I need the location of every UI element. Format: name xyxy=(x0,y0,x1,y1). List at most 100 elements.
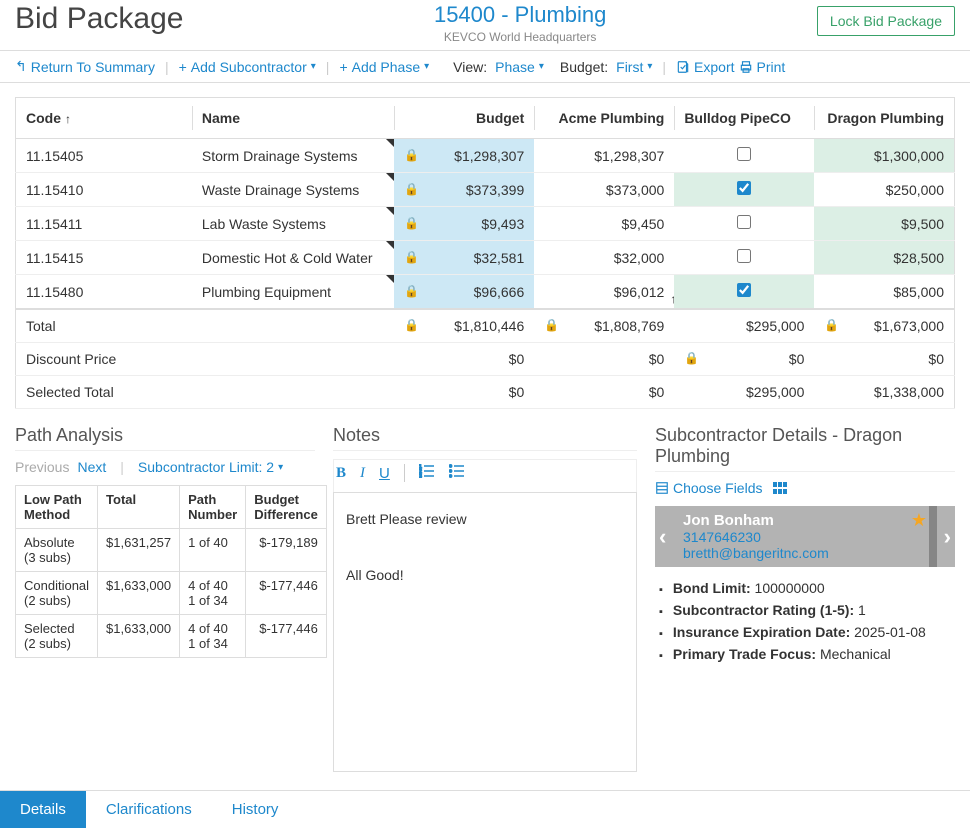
discount-sub3: $0 xyxy=(814,343,954,376)
lock-icon: 🔒 xyxy=(404,250,419,264)
next-contact-icon[interactable]: › xyxy=(944,524,951,550)
path-analysis-panel: Path Analysis Previous Next | Subcontrac… xyxy=(15,425,315,772)
note-line: All Good! xyxy=(346,561,624,589)
export-button[interactable]: Export xyxy=(676,59,734,75)
bid-checkbox[interactable] xyxy=(737,283,751,297)
contact-name: Jon Bonham xyxy=(683,512,927,529)
path-next-button[interactable]: Next xyxy=(77,459,106,475)
col-sub1-header[interactable]: Acme Plumbing xyxy=(534,98,674,139)
list-icon xyxy=(655,481,669,495)
total-budget: 🔒$1,810,446 xyxy=(394,309,534,343)
selected-label: Selected Total xyxy=(16,376,395,409)
contact-phone[interactable]: 3147646230 xyxy=(683,529,927,545)
lock-icon: 🔒 xyxy=(404,182,419,196)
cell-name[interactable]: Storm Drainage Systems xyxy=(192,139,394,173)
choose-fields-label: Choose Fields xyxy=(673,480,763,496)
ordered-list-icon[interactable]: 123 xyxy=(419,464,435,482)
return-label: Return To Summary xyxy=(31,59,155,75)
unordered-list-icon[interactable] xyxy=(449,464,465,482)
cell-name[interactable]: Lab Waste Systems xyxy=(192,207,394,241)
print-button[interactable]: Print xyxy=(739,59,786,75)
cell-budget[interactable]: 🔒$1,298,307 xyxy=(394,139,534,173)
col-sub3-header[interactable]: Dragon Plumbing xyxy=(814,98,954,139)
cell-budget[interactable]: 🔒$373,399 xyxy=(394,173,534,207)
cell-code[interactable]: 11.15410 xyxy=(16,173,192,207)
bid-checkbox[interactable] xyxy=(737,147,751,161)
cell-budget[interactable]: 🔒$9,493 xyxy=(394,207,534,241)
sub-limit-dropdown[interactable]: Subcontractor Limit: 2 ▾ xyxy=(138,459,283,475)
cell-code[interactable]: 11.15411 xyxy=(16,207,192,241)
sub-title: Subcontractor Details - Dragon Plumbing xyxy=(655,425,955,472)
cell-sub3[interactable]: $28,500 xyxy=(814,241,954,275)
note-line: Brett Please review xyxy=(346,505,624,533)
add-subcontractor-button[interactable]: + Add Subcontractor ▾ xyxy=(179,59,316,75)
col-sub2-header[interactable]: Bulldog PipeCO xyxy=(674,98,814,139)
cell-sub1[interactable]: $32,000 xyxy=(534,241,674,275)
cell-sub1[interactable]: $96,012↑ xyxy=(534,275,674,310)
cell-name[interactable]: Plumbing Equipment xyxy=(192,275,394,310)
print-label: Print xyxy=(757,59,786,75)
bold-icon[interactable]: B xyxy=(336,465,346,482)
return-to-summary-link[interactable]: ↰ Return To Summary xyxy=(15,58,155,75)
detail-list: Bond Limit: 100000000Subcontractor Ratin… xyxy=(655,577,955,665)
underline-icon[interactable]: U xyxy=(379,465,390,482)
budget-value: First xyxy=(616,59,643,75)
print-icon xyxy=(739,60,753,74)
header-center: 15400 - Plumbing KEVCO World Headquarter… xyxy=(223,2,816,44)
cell-sub1[interactable]: $373,000 xyxy=(534,173,674,207)
budget-selector[interactable]: Budget: First ▾ xyxy=(560,59,653,75)
path-col-total: Total xyxy=(98,486,180,529)
contact-email[interactable]: bretth@bangeritnc.com xyxy=(683,545,927,561)
col-budget-header[interactable]: Budget xyxy=(394,98,534,139)
choose-fields-button[interactable]: Choose Fields xyxy=(655,480,763,496)
cell-sub3[interactable]: $1,300,000 xyxy=(814,139,954,173)
cell-code[interactable]: 11.15415 xyxy=(16,241,192,275)
cell-code[interactable]: 11.15480 xyxy=(16,275,192,310)
cell-sub1[interactable]: $1,298,307 xyxy=(534,139,674,173)
lock-icon: 🔒 xyxy=(544,318,559,332)
notes-editor[interactable]: Brett Please review All Good! xyxy=(333,492,637,772)
cell-name[interactable]: Waste Drainage Systems xyxy=(192,173,394,207)
cell-budget[interactable]: 🔒$32,581 xyxy=(394,241,534,275)
bid-checkbox[interactable] xyxy=(737,249,751,263)
total-sub3: 🔒$1,673,000 xyxy=(814,309,954,343)
grid-view-icon[interactable] xyxy=(773,482,789,494)
cell-sub2[interactable] xyxy=(674,207,814,241)
cell-code[interactable]: 11.15405 xyxy=(16,139,192,173)
path-diff: $-177,446 xyxy=(246,615,327,658)
prev-contact-icon[interactable]: ‹ xyxy=(659,524,666,550)
cell-sub3[interactable]: $85,000 xyxy=(814,275,954,310)
cell-sub2[interactable] xyxy=(674,139,814,173)
lock-bid-package-button[interactable]: Lock Bid Package xyxy=(817,6,955,36)
sort-asc-icon: ↑ xyxy=(65,112,71,126)
cell-sub3[interactable]: $9,500 xyxy=(814,207,954,241)
bid-table: Code↑ Name Budget Acme Plumbing Bulldog … xyxy=(15,97,955,409)
path-previous-button[interactable]: Previous xyxy=(15,459,69,475)
lock-icon: 🔒 xyxy=(404,318,419,332)
bid-checkbox[interactable] xyxy=(737,215,751,229)
cell-sub2[interactable] xyxy=(674,173,814,207)
italic-icon[interactable]: I xyxy=(360,465,365,482)
add-phase-button[interactable]: + Add Phase ▾ xyxy=(339,59,429,75)
table-header-row: Code↑ Name Budget Acme Plumbing Bulldog … xyxy=(16,98,955,139)
cell-name[interactable]: Domestic Hot & Cold Water xyxy=(192,241,394,275)
cell-budget[interactable]: 🔒$96,666 xyxy=(394,275,534,310)
view-selector[interactable]: View: Phase ▾ xyxy=(453,59,544,75)
tab-details[interactable]: Details xyxy=(0,791,86,828)
table-row: 11.15480Plumbing Equipment🔒$96,666$96,01… xyxy=(16,275,955,310)
lock-icon: 🔒 xyxy=(404,216,419,230)
lock-icon: 🔒 xyxy=(824,318,839,332)
project-subtitle: KEVCO World Headquarters xyxy=(223,30,816,44)
col-name-header[interactable]: Name xyxy=(192,98,394,139)
cell-sub3[interactable]: $250,000 xyxy=(814,173,954,207)
star-icon[interactable]: ★ xyxy=(911,510,927,531)
tab-clarifications[interactable]: Clarifications xyxy=(86,791,212,828)
notes-panel: Notes B I U 123 Brett Please review All … xyxy=(333,425,637,772)
cell-sub2[interactable] xyxy=(674,241,814,275)
col-code-header[interactable]: Code↑ xyxy=(16,98,192,139)
cell-sub2[interactable] xyxy=(674,275,814,310)
tab-history[interactable]: History xyxy=(212,791,299,828)
cell-sub1[interactable]: $9,450 xyxy=(534,207,674,241)
caret-down-icon: ▾ xyxy=(539,61,544,72)
bid-checkbox[interactable] xyxy=(737,181,751,195)
